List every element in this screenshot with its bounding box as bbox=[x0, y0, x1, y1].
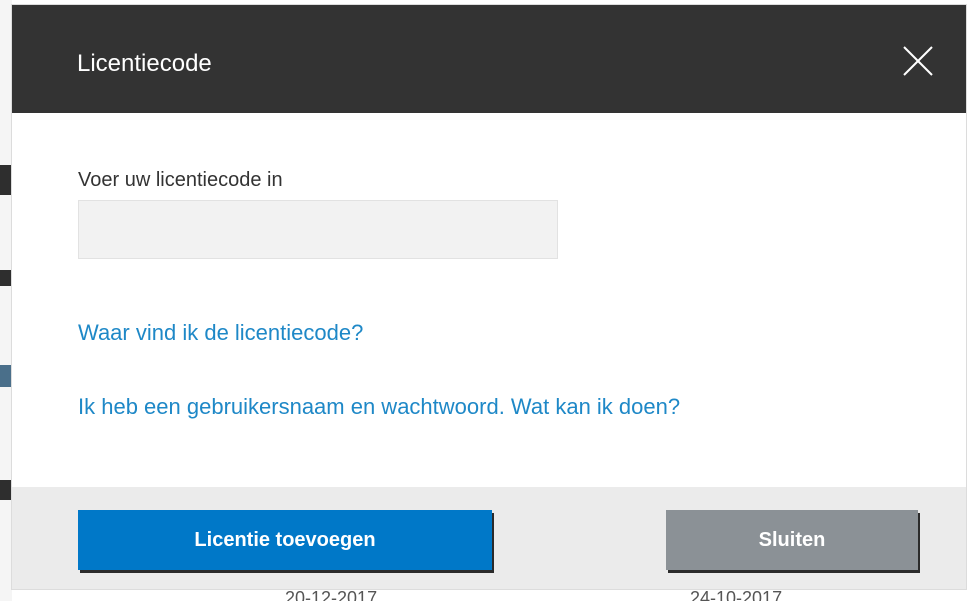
username-password-link[interactable]: Ik heb een gebruikersnaam en wachtwoord.… bbox=[78, 394, 680, 420]
background-row-marker bbox=[0, 270, 12, 286]
background-row-marker bbox=[0, 365, 12, 387]
where-license-code-link[interactable]: Waar vind ik de licentiecode? bbox=[78, 320, 363, 346]
license-code-label: Voer uw licentiecode in bbox=[78, 169, 283, 191]
background-date: 24-10-2017 bbox=[690, 588, 783, 601]
background-row-marker bbox=[0, 165, 12, 195]
background-row-marker bbox=[0, 480, 12, 500]
dialog-footer: Licentie toevoegen Sluiten bbox=[12, 487, 966, 589]
license-code-input[interactable] bbox=[78, 200, 558, 259]
close-button[interactable] bbox=[898, 41, 938, 81]
page: 20-12-2017 24-10-2017 Licentiecode Voer … bbox=[0, 0, 978, 601]
close-dialog-button[interactable]: Sluiten bbox=[666, 510, 918, 570]
add-license-button[interactable]: Licentie toevoegen bbox=[78, 510, 492, 570]
dialog-title: Licentiecode bbox=[77, 50, 212, 77]
background-strip bbox=[0, 0, 12, 601]
close-icon bbox=[903, 46, 933, 76]
license-dialog: Licentiecode Voer uw licentiecode in Waa… bbox=[12, 5, 966, 589]
dialog-header: Licentiecode bbox=[12, 5, 966, 113]
background-date: 20-12-2017 bbox=[285, 588, 378, 601]
dialog-body: Voer uw licentiecode in Waar vind ik de … bbox=[12, 113, 966, 487]
